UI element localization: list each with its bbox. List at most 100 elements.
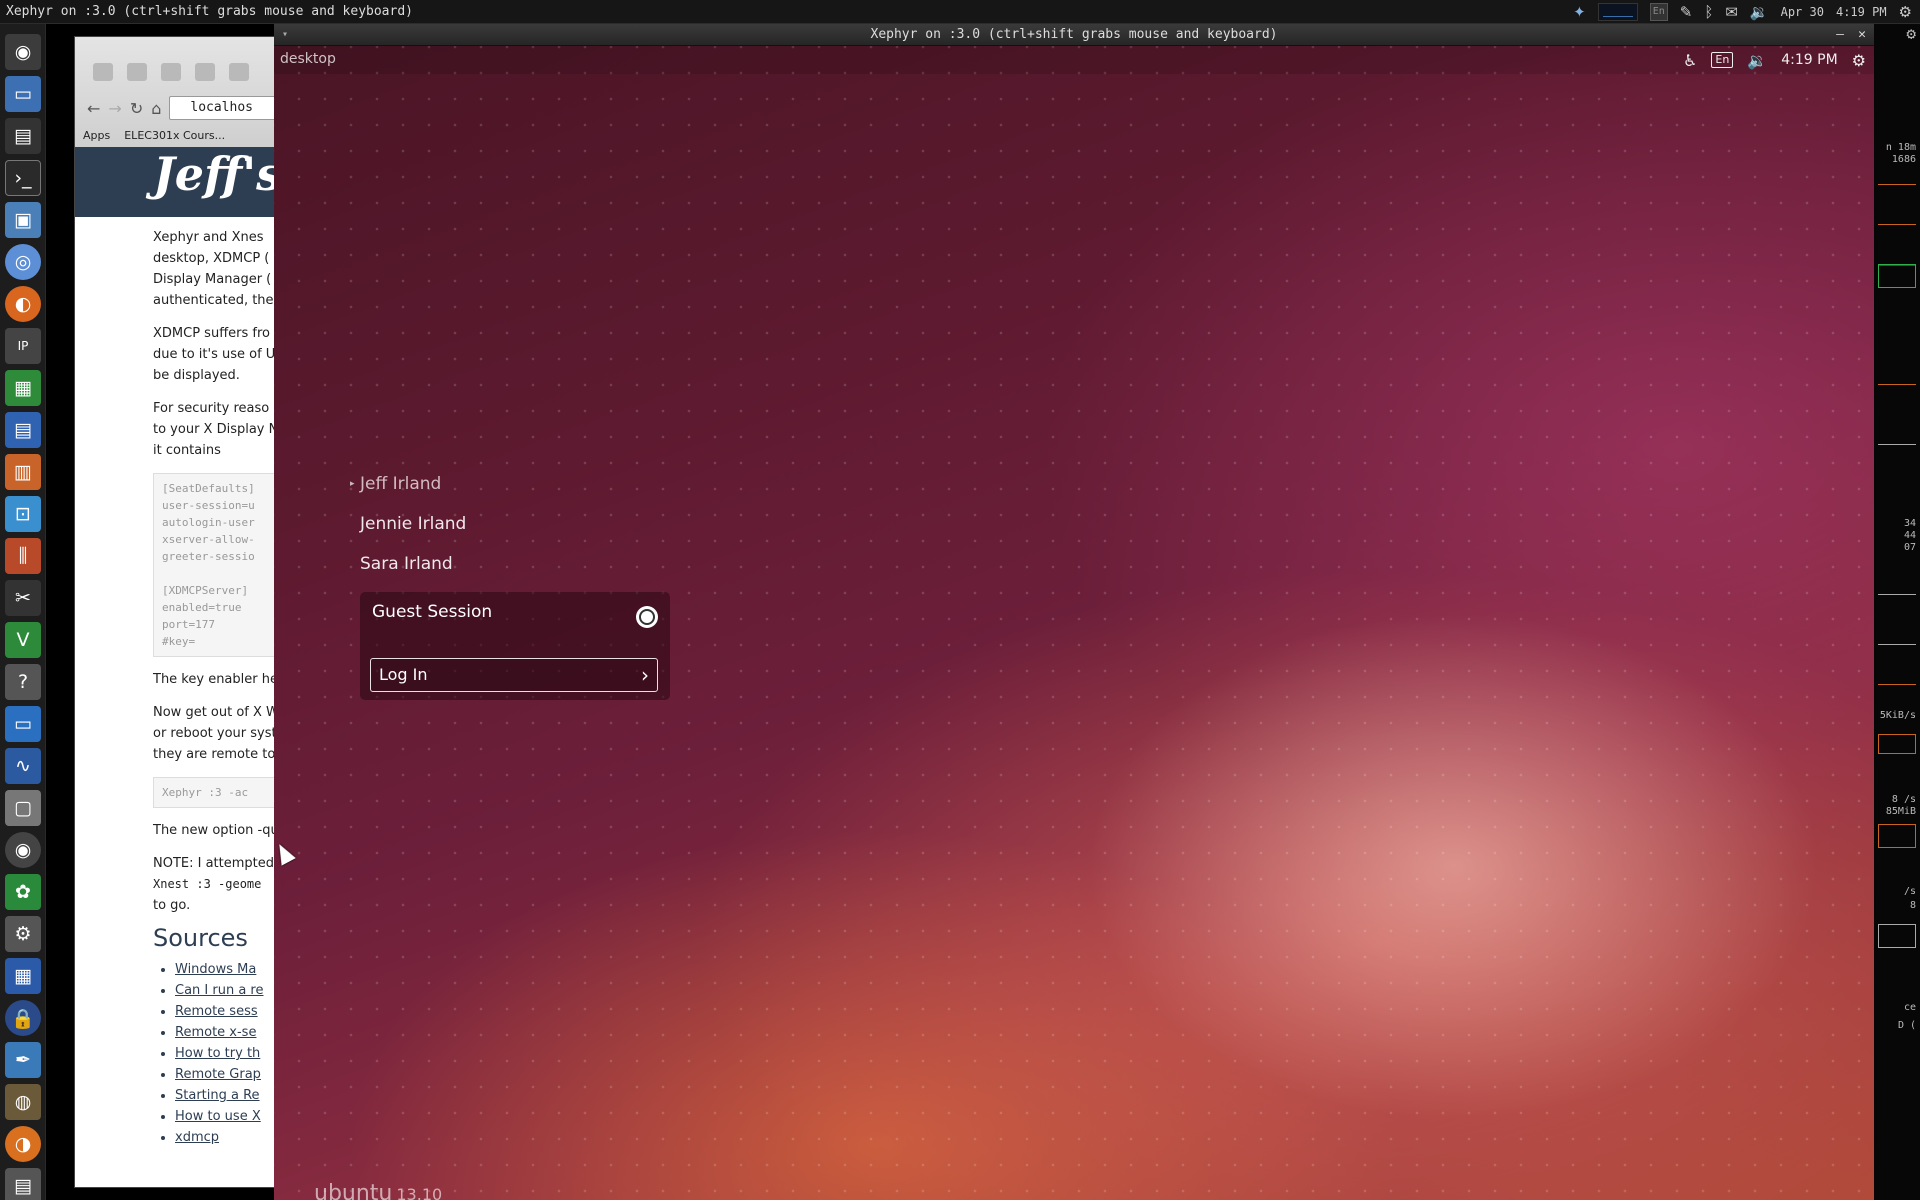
help-icon[interactable]: ?	[5, 664, 41, 700]
greeter-top-panel: desktop ♿ En 🔉 4:19 PM ⚙	[274, 46, 1874, 74]
article-paragraph: NOTE: I attempted Xnest :3 -geome to go.	[153, 853, 293, 916]
monitor-bar	[1878, 644, 1916, 645]
dropbox-icon[interactable]: ✦	[1573, 0, 1586, 24]
system-monitor-icon[interactable]: ∿	[5, 748, 41, 784]
xephyr-window: ▾ Xephyr on :3.0 (ctrl+shift grabs mouse…	[274, 24, 1874, 1200]
bluetooth-icon[interactable]: ᛒ	[1704, 0, 1713, 24]
writer-icon[interactable]: ▤	[5, 412, 41, 448]
keyboard-layout-indicator[interactable]: En	[1649, 3, 1668, 21]
impress-icon[interactable]: ▥	[5, 454, 41, 490]
reload-icon[interactable]: ↻	[130, 99, 143, 118]
hostname-label: desktop	[280, 51, 336, 67]
forward-icon[interactable]: →	[108, 99, 121, 118]
tools-icon[interactable]: ✂	[5, 580, 41, 616]
trash-icon[interactable]: ▤	[5, 1168, 41, 1200]
logged-in-arrow-icon: ▸	[350, 479, 355, 489]
session-gear-icon[interactable]: ⚙	[1899, 0, 1912, 24]
text-line: NOTE: I attempted	[153, 856, 275, 871]
code-block: Xephyr :3 -ac	[153, 777, 293, 808]
github-tab-icon[interactable]	[229, 63, 249, 81]
text-line: Now get out of X W	[153, 705, 279, 720]
volume-icon[interactable]: 🔉	[1750, 0, 1769, 24]
mail-icon[interactable]: ✉	[1725, 0, 1738, 24]
files-icon[interactable]: ▭	[5, 76, 41, 112]
firefox-icon[interactable]: ◐	[5, 286, 41, 322]
monitor-label: 85MiB	[1885, 806, 1916, 817]
chrome-icon[interactable]: ◎	[5, 244, 41, 280]
article-paragraph: XDMCP suffers fro due to it's use of U b…	[153, 323, 293, 386]
user-item-sara[interactable]: Sara Irland	[360, 544, 660, 584]
mail-tab-icon[interactable]	[127, 63, 147, 81]
text-line: it contains	[153, 443, 221, 458]
monitor-icon[interactable]: ▤	[5, 118, 41, 154]
network-graph	[1878, 734, 1916, 754]
greeter-clock[interactable]: 4:19 PM	[1781, 52, 1837, 68]
power-gear-icon[interactable]: ⚙	[1852, 51, 1866, 70]
guest-session-label[interactable]: Guest Session	[372, 602, 492, 622]
monitor-bar	[1878, 594, 1916, 595]
xephyr-titlebar[interactable]: ▾ Xephyr on :3.0 (ctrl+shift grabs mouse…	[274, 24, 1874, 46]
network-graph-icon[interactable]	[1597, 3, 1638, 21]
article-paragraph: For security reaso to your X Display N i…	[153, 398, 293, 461]
monitor-bar	[1878, 384, 1916, 385]
user-name: Sara Irland	[360, 554, 453, 574]
blender-icon[interactable]: ◑	[5, 1126, 41, 1162]
clipboard-icon[interactable]: ✎	[1680, 0, 1693, 24]
window-menu-icon[interactable]: ▾	[282, 24, 288, 46]
monitor-bar	[1878, 184, 1916, 185]
gimp-icon[interactable]: ◍	[5, 1084, 41, 1120]
monitor-label: 8 /s	[1891, 794, 1916, 805]
volume-icon[interactable]: 🔉	[1747, 51, 1767, 70]
site-title: Jeff's	[153, 147, 283, 201]
user-item-jeff[interactable]: ▸ Jeff Irland	[350, 464, 660, 504]
login-button[interactable]: Log In ›	[370, 658, 658, 692]
user-list: ▸ Jeff Irland Jennie Irland Sara Irland	[350, 464, 660, 584]
close-icon[interactable]: ✕	[1858, 24, 1866, 46]
gear-icon[interactable]: ⚙	[1906, 24, 1916, 43]
ubuntu-brand: ubuntu 13.10	[314, 1181, 442, 1200]
mixer-icon[interactable]: ⫼	[5, 538, 41, 574]
terminal-icon[interactable]: ›_	[5, 160, 41, 196]
vim-icon[interactable]: V	[5, 622, 41, 658]
article-content: Xephyr and Xnes desktop, XDMCP ( Display…	[153, 227, 293, 1148]
date-indicator[interactable]: Apr 30	[1781, 5, 1824, 19]
cd-icon[interactable]: ◉	[5, 832, 41, 868]
code-block: [SeatDefaults] user-session=u autologin-…	[153, 473, 293, 657]
back-icon[interactable]: ←	[87, 99, 100, 118]
ubuntu-dash-icon[interactable]: ◉	[5, 34, 41, 70]
save-icon[interactable]: ▣	[5, 202, 41, 238]
inbox-tab-icon[interactable]	[161, 63, 181, 81]
disk-icon[interactable]: ▢	[5, 790, 41, 826]
host-window-title: Xephyr on :3.0 (ctrl+shift grabs mouse a…	[6, 4, 413, 19]
gmail-tab-icon[interactable]	[93, 63, 113, 81]
background-browser-window: ← → ↻ ⌂ localhos Apps ELEC301x Cours... …	[74, 36, 294, 1188]
accessibility-icon[interactable]: ♿	[1683, 51, 1697, 70]
calendar-tab-icon[interactable]	[195, 63, 215, 81]
calculator-icon[interactable]: ▦	[5, 958, 41, 994]
lock-icon[interactable]: 🔒	[5, 1000, 41, 1036]
ipython-icon[interactable]: IP	[5, 328, 41, 364]
user-name: Jeff Irland	[360, 474, 442, 494]
spreadsheet-icon[interactable]: ▦	[5, 370, 41, 406]
article-paragraph: The key enabler he	[153, 672, 278, 687]
paint-icon[interactable]: ✒	[5, 1042, 41, 1078]
palette-icon[interactable]: ✿	[5, 874, 41, 910]
text-line: Display Manager (	[153, 272, 272, 287]
clock-indicator[interactable]: 4:19 PM	[1836, 5, 1887, 19]
display-icon[interactable]: ▭	[5, 706, 41, 742]
store-icon[interactable]: ⊡	[5, 496, 41, 532]
home-icon[interactable]: ⌂	[151, 99, 161, 118]
monitor-label: 8	[1909, 900, 1916, 911]
monitor-label: n 18m	[1885, 142, 1916, 153]
keyboard-layout-indicator[interactable]: En	[1711, 52, 1734, 68]
bookmark-apps[interactable]: Apps	[83, 129, 110, 142]
minimize-icon[interactable]: –	[1836, 24, 1844, 46]
bookmark-elec301x[interactable]: ELEC301x Cours...	[124, 129, 225, 142]
ubuntu-session-icon[interactable]	[636, 606, 658, 628]
monitor-label: 07	[1903, 542, 1916, 553]
site-banner: Jeff's	[75, 147, 293, 217]
settings-icon[interactable]: ⚙	[5, 916, 41, 952]
text-line: or reboot your syst	[153, 726, 277, 741]
user-item-jennie[interactable]: Jennie Irland	[360, 504, 660, 544]
article-paragraph: Now get out of X W or reboot your syst t…	[153, 702, 293, 765]
